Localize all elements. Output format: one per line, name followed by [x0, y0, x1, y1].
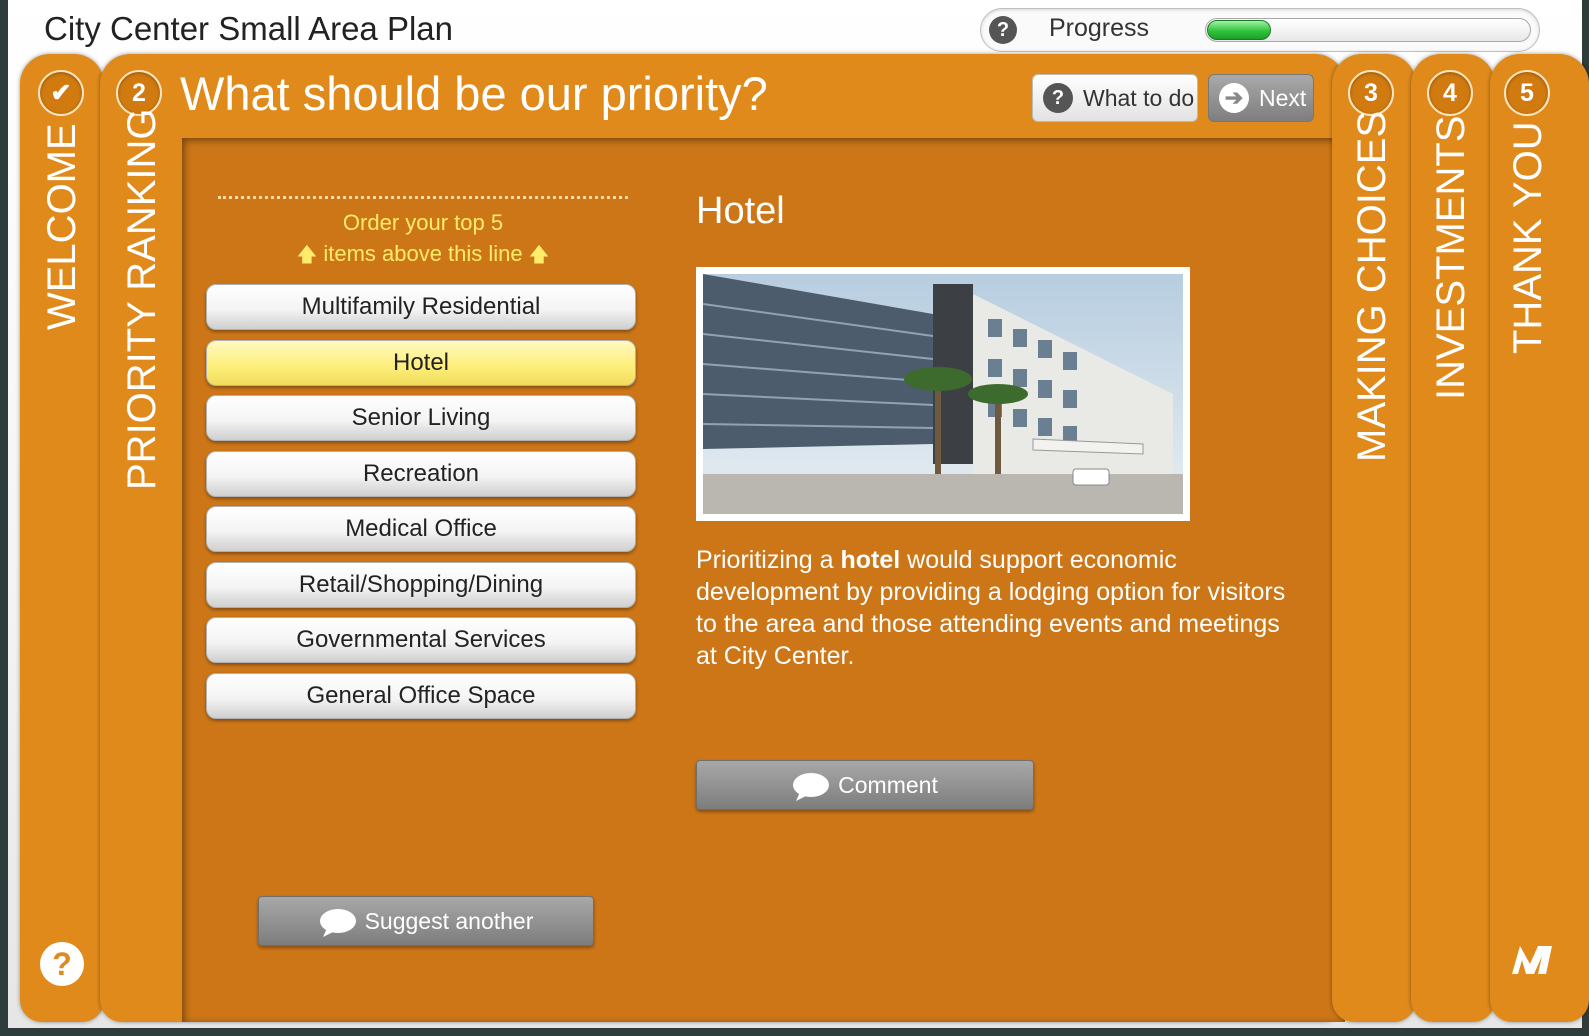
question-icon: ?	[1043, 83, 1073, 113]
desc-text-bold: hotel	[840, 546, 901, 574]
ranking-item[interactable]: General Office Space	[206, 672, 636, 719]
ranking-instruction-line1: Order your top 5	[342, 210, 504, 235]
speech-bubble-icon	[792, 772, 830, 801]
step-number-5: 5	[1504, 70, 1550, 116]
hotel-photo	[696, 267, 1190, 521]
checkmark-icon: ✔	[38, 70, 84, 116]
next-label: Next	[1259, 84, 1307, 111]
ranking-cutoff-line	[218, 196, 628, 199]
comment-button[interactable]: Comment	[696, 760, 1034, 810]
ranking-instruction-line2: 🡅 items above this line 🡅	[218, 240, 628, 274]
comment-label: Comment	[838, 771, 938, 798]
step-label-welcome: WELCOME	[40, 123, 84, 330]
mysidewalk-logo	[1506, 934, 1558, 991]
step-label-investments: INVESTMENTS	[1429, 115, 1473, 400]
step-label-making-choices: MAKING CHOICES	[1350, 110, 1394, 462]
ranking-list: Multifamily Residential Hotel Senior Livin…	[206, 284, 636, 728]
progress-fill	[1207, 20, 1271, 40]
ranking-item[interactable]: Senior Living	[206, 395, 636, 441]
ranking-item[interactable]: Multifamily Residential	[206, 284, 636, 330]
suggest-another-button[interactable]: Suggest another	[258, 896, 594, 946]
help-icon[interactable]: ?	[40, 942, 84, 986]
step-label-thank-you: THANK YOU	[1506, 121, 1550, 354]
progress-track	[1205, 18, 1531, 42]
content-area: Order your top 5 🡅 items above this line…	[182, 138, 1345, 1022]
what-to-do-button[interactable]: ? What to do	[1032, 74, 1198, 122]
progress-label: Progress	[1049, 14, 1150, 42]
step-priority-ranking-panel: 2 PRIORITY RANKING What should be our pr…	[100, 54, 1345, 1022]
ranking-item[interactable]: Retail/Shopping/Dining	[206, 561, 636, 608]
desc-text-1: Prioritizing a	[696, 546, 841, 574]
ranking-instruction-text: items above this line	[323, 241, 523, 266]
arrow-up-icon: 🡅	[296, 244, 318, 266]
arrow-right-icon: ➔	[1219, 83, 1249, 113]
suggest-another-label: Suggest another	[364, 907, 534, 934]
what-to-do-label: What to do	[1083, 84, 1195, 111]
ranking-item[interactable]: Hotel	[206, 339, 636, 386]
step-investments-tab[interactable]: 4 INVESTMENTS	[1411, 54, 1495, 1022]
ranking-item[interactable]: Recreation	[206, 450, 636, 497]
ranking-item[interactable]: Governmental Services	[206, 617, 636, 663]
next-button[interactable]: ➔ Next	[1208, 74, 1314, 122]
detail-description: Prioritizing a hotel would support econo…	[696, 544, 1286, 672]
page-title: What should be our priority?	[180, 67, 768, 120]
detail-title: Hotel	[696, 190, 785, 232]
step-label-priority-ranking: PRIORITY RANKING	[120, 108, 164, 490]
step-thank-you-tab[interactable]: 5 THANK YOU	[1490, 54, 1589, 1022]
arrow-up-icon: 🡅	[528, 244, 550, 266]
step-making-choices-tab[interactable]: 3 MAKING CHOICES	[1332, 54, 1416, 1022]
step-number-3: 3	[1348, 70, 1394, 116]
speech-bubble-icon	[319, 908, 357, 937]
progress-box: ? Progress	[980, 8, 1540, 52]
step-welcome-tab[interactable]: ✔ WELCOME ?	[20, 54, 104, 1022]
ranking-item[interactable]: Medical Office	[206, 506, 636, 552]
question-icon[interactable]: ?	[989, 16, 1017, 44]
app-title: City Center Small Area Plan	[44, 10, 454, 47]
step-number-4: 4	[1427, 70, 1473, 116]
